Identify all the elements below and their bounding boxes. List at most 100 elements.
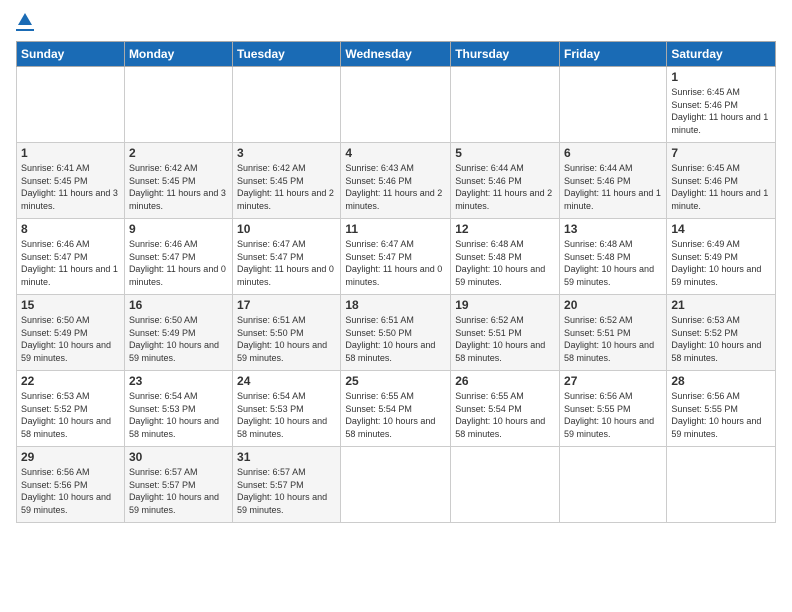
day-info: Sunrise: 6:42 AMSunset: 5:45 PMDaylight:… xyxy=(237,163,334,211)
calendar-cell: 29 Sunrise: 6:56 AMSunset: 5:56 PMDayligh… xyxy=(17,447,125,523)
calendar-cell: 26Sunrise: 6:55 AMSunset: 5:54 PMDayligh… xyxy=(451,371,560,447)
calendar-cell xyxy=(124,67,232,143)
day-number: 13 xyxy=(564,222,662,236)
day-number: 1 xyxy=(671,70,771,84)
day-number: 7 xyxy=(671,146,771,160)
day-info: Sunrise: 6:45 AMSunset: 5:46 PMDaylight:… xyxy=(671,163,768,211)
calendar-cell: 19 Sunrise: 6:52 AMSunset: 5:51 PMDayligh… xyxy=(451,295,560,371)
day-info: Sunrise: 6:45 AMSunset: 5:46 PMDaylight:… xyxy=(671,87,768,135)
column-header-saturday: Saturday xyxy=(667,42,776,67)
day-info: Sunrise: 6:51 AMSunset: 5:50 PMDaylight:… xyxy=(345,315,435,363)
day-number: 8 xyxy=(21,222,120,236)
day-number: 18 xyxy=(345,298,446,312)
calendar-cell xyxy=(560,67,667,143)
day-info: Sunrise: 6:48 AMSunset: 5:48 PMDaylight:… xyxy=(564,239,654,287)
day-info: Sunrise: 6:42 AMSunset: 5:45 PMDaylight:… xyxy=(129,163,226,211)
calendar-cell xyxy=(341,67,451,143)
day-info: Sunrise: 6:43 AMSunset: 5:46 PMDaylight:… xyxy=(345,163,442,211)
calendar-cell: 17 Sunrise: 6:51 AMSunset: 5:50 PMDayligh… xyxy=(233,295,341,371)
logo xyxy=(16,12,34,31)
logo-text xyxy=(16,12,34,28)
day-info: Sunrise: 6:46 AMSunset: 5:47 PMDaylight:… xyxy=(21,239,118,287)
calendar-week-row: 1 Sunrise: 6:45 AMSunset: 5:46 PMDaylight… xyxy=(17,67,776,143)
day-info: Sunrise: 6:56 AMSunset: 5:56 PMDaylight:… xyxy=(21,467,111,515)
day-info: Sunrise: 6:52 AMSunset: 5:51 PMDaylight:… xyxy=(564,315,654,363)
day-number: 21 xyxy=(671,298,771,312)
day-info: Sunrise: 6:47 AMSunset: 5:47 PMDaylight:… xyxy=(345,239,442,287)
day-number: 24 xyxy=(237,374,336,388)
day-info: Sunrise: 6:44 AMSunset: 5:46 PMDaylight:… xyxy=(564,163,661,211)
calendar-week-row: 1 Sunrise: 6:41 AMSunset: 5:45 PMDaylight… xyxy=(17,143,776,219)
day-number: 17 xyxy=(237,298,336,312)
day-number: 1 xyxy=(21,146,120,160)
calendar-week-row: 15 Sunrise: 6:50 AMSunset: 5:49 PMDayligh… xyxy=(17,295,776,371)
column-header-sunday: Sunday xyxy=(17,42,125,67)
column-header-monday: Monday xyxy=(124,42,232,67)
day-info: Sunrise: 6:56 AMSunset: 5:55 PMDaylight:… xyxy=(671,391,761,439)
day-number: 4 xyxy=(345,146,446,160)
day-number: 22 xyxy=(21,374,120,388)
calendar-cell: 1 Sunrise: 6:45 AMSunset: 5:46 PMDaylight… xyxy=(667,67,776,143)
page-container: SundayMondayTuesdayWednesdayThursdayFrid… xyxy=(0,0,792,531)
day-info: Sunrise: 6:54 AMSunset: 5:53 PMDaylight:… xyxy=(237,391,327,439)
calendar-cell xyxy=(341,447,451,523)
day-info: Sunrise: 6:53 AMSunset: 5:52 PMDaylight:… xyxy=(21,391,111,439)
calendar-cell: 5 Sunrise: 6:44 AMSunset: 5:46 PMDaylight… xyxy=(451,143,560,219)
day-info: Sunrise: 6:47 AMSunset: 5:47 PMDaylight:… xyxy=(237,239,334,287)
day-info: Sunrise: 6:51 AMSunset: 5:50 PMDaylight:… xyxy=(237,315,327,363)
day-number: 29 xyxy=(21,450,120,464)
calendar-cell: 30Sunrise: 6:57 AMSunset: 5:57 PMDayligh… xyxy=(124,447,232,523)
day-number: 12 xyxy=(455,222,555,236)
logo-icon xyxy=(17,12,33,28)
calendar-cell: 8 Sunrise: 6:46 AMSunset: 5:47 PMDaylight… xyxy=(17,219,125,295)
calendar-cell xyxy=(17,67,125,143)
day-info: Sunrise: 6:46 AMSunset: 5:47 PMDaylight:… xyxy=(129,239,226,287)
calendar-cell: 28 Sunrise: 6:56 AMSunset: 5:55 PMDayligh… xyxy=(667,371,776,447)
column-header-friday: Friday xyxy=(560,42,667,67)
day-info: Sunrise: 6:54 AMSunset: 5:53 PMDaylight:… xyxy=(129,391,219,439)
calendar-cell: 24 Sunrise: 6:54 AMSunset: 5:53 PMDayligh… xyxy=(233,371,341,447)
calendar-week-row: 29 Sunrise: 6:56 AMSunset: 5:56 PMDayligh… xyxy=(17,447,776,523)
day-number: 31 xyxy=(237,450,336,464)
day-number: 14 xyxy=(671,222,771,236)
day-number: 23 xyxy=(129,374,228,388)
column-header-wednesday: Wednesday xyxy=(341,42,451,67)
day-number: 11 xyxy=(345,222,446,236)
day-info: Sunrise: 6:52 AMSunset: 5:51 PMDaylight:… xyxy=(455,315,545,363)
calendar-cell xyxy=(560,447,667,523)
day-info: Sunrise: 6:57 AMSunset: 5:57 PMDaylight:… xyxy=(129,467,219,515)
calendar-cell: 16Sunrise: 6:50 AMSunset: 5:49 PMDayligh… xyxy=(124,295,232,371)
calendar-week-row: 8 Sunrise: 6:46 AMSunset: 5:47 PMDaylight… xyxy=(17,219,776,295)
day-number: 19 xyxy=(455,298,555,312)
calendar-cell xyxy=(233,67,341,143)
day-number: 27 xyxy=(564,374,662,388)
day-info: Sunrise: 6:50 AMSunset: 5:49 PMDaylight:… xyxy=(21,315,111,363)
day-number: 9 xyxy=(129,222,228,236)
calendar-cell: 27Sunrise: 6:56 AMSunset: 5:55 PMDayligh… xyxy=(560,371,667,447)
calendar-cell: 2Sunrise: 6:42 AMSunset: 5:45 PMDaylight… xyxy=(124,143,232,219)
day-number: 15 xyxy=(21,298,120,312)
day-number: 28 xyxy=(671,374,771,388)
day-info: Sunrise: 6:53 AMSunset: 5:52 PMDaylight:… xyxy=(671,315,761,363)
header xyxy=(16,12,776,31)
day-info: Sunrise: 6:44 AMSunset: 5:46 PMDaylight:… xyxy=(455,163,552,211)
calendar-cell: 9 Sunrise: 6:46 AMSunset: 5:47 PMDaylight… xyxy=(124,219,232,295)
calendar-cell: 10Sunrise: 6:47 AMSunset: 5:47 PMDayligh… xyxy=(233,219,341,295)
calendar-cell: 21 Sunrise: 6:53 AMSunset: 5:52 PMDayligh… xyxy=(667,295,776,371)
calendar-cell: 18 Sunrise: 6:51 AMSunset: 5:50 PMDayligh… xyxy=(341,295,451,371)
column-header-tuesday: Tuesday xyxy=(233,42,341,67)
day-number: 6 xyxy=(564,146,662,160)
calendar-cell xyxy=(451,447,560,523)
logo-underline xyxy=(16,29,34,31)
calendar-cell: 25Sunrise: 6:55 AMSunset: 5:54 PMDayligh… xyxy=(341,371,451,447)
day-info: Sunrise: 6:48 AMSunset: 5:48 PMDaylight:… xyxy=(455,239,545,287)
day-number: 3 xyxy=(237,146,336,160)
day-number: 26 xyxy=(455,374,555,388)
day-info: Sunrise: 6:41 AMSunset: 5:45 PMDaylight:… xyxy=(21,163,118,211)
calendar-cell: 14Sunrise: 6:49 AMSunset: 5:49 PMDayligh… xyxy=(667,219,776,295)
calendar-cell: 3 Sunrise: 6:42 AMSunset: 5:45 PMDaylight… xyxy=(233,143,341,219)
calendar-cell: 23 Sunrise: 6:54 AMSunset: 5:53 PMDayligh… xyxy=(124,371,232,447)
calendar-header-row: SundayMondayTuesdayWednesdayThursdayFrid… xyxy=(17,42,776,67)
calendar-week-row: 22 Sunrise: 6:53 AMSunset: 5:52 PMDayligh… xyxy=(17,371,776,447)
day-number: 5 xyxy=(455,146,555,160)
